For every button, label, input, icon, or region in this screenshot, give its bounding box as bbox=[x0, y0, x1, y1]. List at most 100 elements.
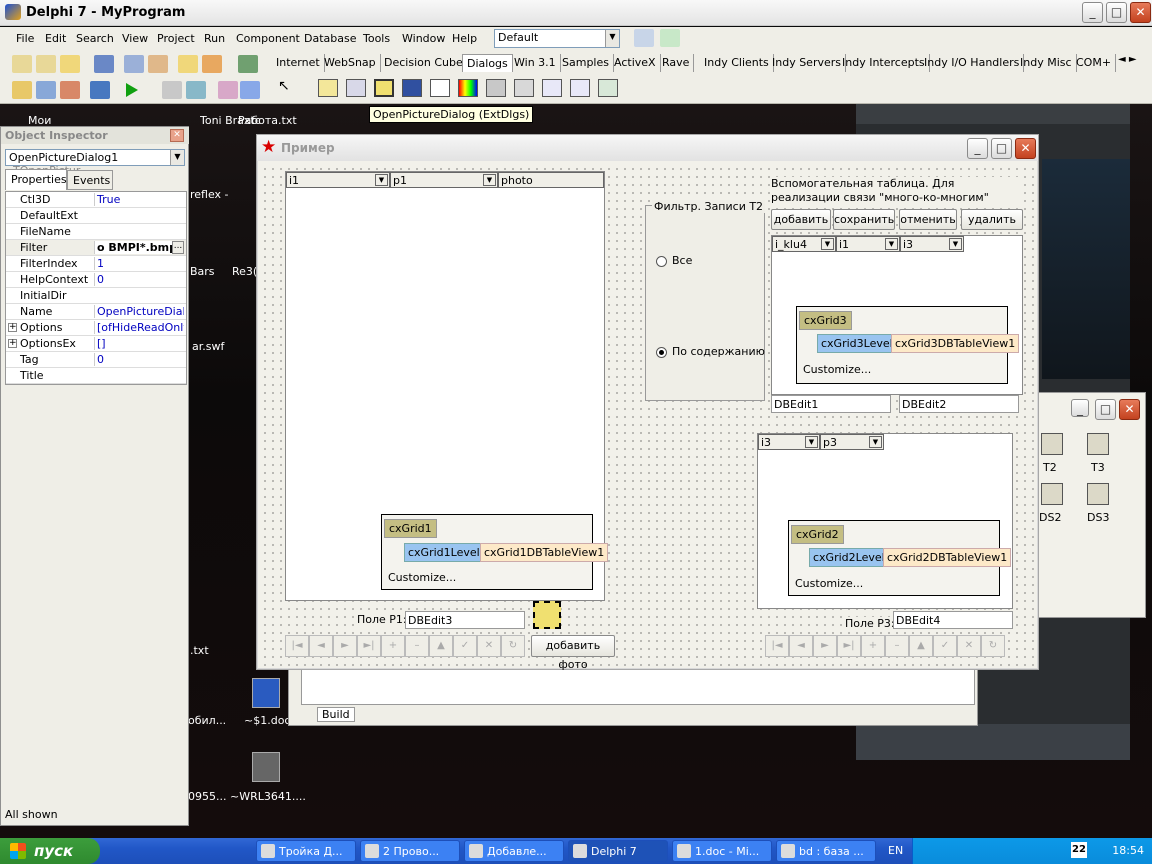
menu-window[interactable]: Window bbox=[402, 32, 445, 45]
tab-indy-intercepts[interactable]: Indy Intercepts bbox=[838, 54, 930, 72]
nav-edit-button[interactable]: ▲ bbox=[429, 635, 453, 657]
close-icon[interactable]: ✕ bbox=[170, 129, 184, 142]
dbedit3[interactable]: DBEdit3 bbox=[405, 611, 525, 629]
expand-icon[interactable]: + bbox=[8, 323, 17, 332]
save-button[interactable]: сохранить bbox=[833, 209, 895, 230]
cancel-button[interactable]: отменить bbox=[899, 209, 957, 230]
task-word[interactable]: 1.doc - Mi... bbox=[672, 840, 772, 862]
column-header-i3[interactable]: i3 ▼ bbox=[758, 434, 820, 450]
desktop-icon-label[interactable]: .txt bbox=[190, 644, 209, 657]
desktop-icon-label[interactable]: reflex - bbox=[190, 188, 229, 201]
property-row-name[interactable]: Name OpenPictureDialog bbox=[6, 304, 186, 320]
tab-properties[interactable]: Properties bbox=[5, 169, 67, 190]
printer-setup-dialog-icon[interactable] bbox=[514, 79, 534, 97]
cxgrid-customize[interactable]: Customize... bbox=[803, 363, 871, 376]
nav-edit-button[interactable]: ▲ bbox=[909, 635, 933, 657]
cxgrid2-designer[interactable]: cxGrid2 cxGrid2Level1 cxGrid2DBTableView… bbox=[788, 520, 1012, 596]
print-dialog-icon[interactable] bbox=[486, 79, 506, 97]
dbedit2[interactable]: DBEdit2 bbox=[899, 395, 1019, 413]
tab-win31[interactable]: Win 3.1 bbox=[510, 54, 561, 72]
close-button[interactable]: ✕ bbox=[1130, 2, 1151, 23]
property-row-options[interactable]: +Options [ofHideReadOnly,ol bbox=[6, 320, 186, 336]
start-button[interactable]: пуск bbox=[0, 838, 100, 864]
maximize-button[interactable]: □ bbox=[1095, 399, 1116, 420]
datasource-icon[interactable] bbox=[1087, 483, 1109, 505]
tab-scroll-arrows[interactable]: ◄ ► bbox=[1118, 54, 1137, 65]
column-header-p1[interactable]: p1 ▼ bbox=[390, 172, 498, 188]
open-dialog-icon[interactable] bbox=[318, 79, 338, 97]
expand-icon[interactable]: + bbox=[8, 339, 17, 348]
property-row-ctl3d[interactable]: Ctl3D True bbox=[6, 192, 186, 208]
property-value[interactable]: [] bbox=[94, 337, 184, 350]
nav-delete-button[interactable]: – bbox=[885, 635, 909, 657]
trace-to-icon[interactable] bbox=[240, 81, 260, 99]
nav-insert-button[interactable]: + bbox=[861, 635, 885, 657]
property-row-optionsex[interactable]: + OptionsEx [] bbox=[6, 336, 186, 352]
desktop-icon-label[interactable]: Bars bbox=[190, 265, 215, 278]
column-header-p3[interactable]: p3 ▼ bbox=[820, 434, 884, 450]
save-dialog-icon[interactable] bbox=[346, 79, 366, 97]
cxgrid-view[interactable]: cxGrid3DBTableView1 bbox=[891, 334, 1020, 353]
font-dialog-icon[interactable] bbox=[430, 79, 450, 97]
close-button[interactable]: ✕ bbox=[1119, 399, 1140, 420]
property-value[interactable]: [ofHideReadOnly,ol bbox=[94, 321, 184, 334]
property-row-title[interactable]: Title bbox=[6, 368, 186, 384]
maximize-button[interactable]: □ bbox=[991, 138, 1012, 159]
nav-post-button[interactable]: ✓ bbox=[933, 635, 957, 657]
tab-indy-servers[interactable]: Indy Servers bbox=[768, 54, 847, 72]
column-header-photo[interactable]: photo bbox=[498, 172, 604, 188]
property-row-tag[interactable]: Tag 0 bbox=[6, 352, 186, 368]
cxgrid-customize[interactable]: Customize... bbox=[388, 571, 456, 584]
menu-run[interactable]: Run bbox=[204, 32, 225, 45]
cxgrid-view[interactable]: cxGrid1DBTableView1 bbox=[480, 543, 609, 562]
datasource-icon[interactable] bbox=[1041, 483, 1063, 505]
tab-samples[interactable]: Samples bbox=[558, 54, 614, 72]
tab-indy-misc[interactable]: Indy Misc bbox=[1016, 54, 1077, 72]
nav-insert-button[interactable]: + bbox=[381, 635, 405, 657]
cxgrid-customize[interactable]: Customize... bbox=[795, 577, 863, 590]
save-icon[interactable] bbox=[94, 55, 114, 73]
calendar-day[interactable]: 22 bbox=[1071, 842, 1087, 858]
tab-decision-cube[interactable]: Decision Cube bbox=[380, 54, 468, 72]
property-row-helpcontext[interactable]: HelpContext 0 bbox=[6, 272, 186, 288]
property-row-defaultext[interactable]: DefaultExt bbox=[6, 208, 186, 224]
tab-events[interactable]: Events bbox=[67, 170, 113, 190]
find-dialog-icon[interactable] bbox=[542, 79, 562, 97]
toggle-form-unit-icon[interactable] bbox=[60, 81, 80, 99]
nav-last-button[interactable]: ►| bbox=[357, 635, 381, 657]
minimize-button[interactable]: _ bbox=[1082, 2, 1103, 23]
tab-websnap[interactable]: WebSnap bbox=[320, 54, 381, 72]
tab-build[interactable]: Build bbox=[317, 707, 355, 722]
task-add[interactable]: Добавле... bbox=[464, 840, 564, 862]
add-button[interactable]: добавить bbox=[771, 209, 831, 230]
radio-by-content[interactable] bbox=[656, 347, 667, 358]
menu-edit[interactable]: Edit bbox=[45, 32, 66, 45]
desktop-icon-label[interactable]: Работа.txt bbox=[238, 114, 297, 127]
run-icon[interactable] bbox=[126, 83, 138, 97]
open-icon[interactable] bbox=[60, 55, 80, 73]
language-indicator[interactable]: EN bbox=[888, 844, 903, 857]
property-row-filterindex[interactable]: FilterIndex 1 bbox=[6, 256, 186, 272]
set-debug-desktop-icon[interactable] bbox=[660, 29, 680, 47]
desktop-icon-label[interactable]: 0955... bbox=[188, 790, 226, 803]
menu-file[interactable]: File bbox=[16, 32, 34, 45]
chevron-down-icon[interactable]: ▼ bbox=[821, 238, 834, 250]
cxgrid1-designer[interactable]: cxGrid1 cxGrid1Level1 cxGrid1DBTableView… bbox=[381, 514, 609, 590]
menu-database[interactable]: Database bbox=[304, 32, 357, 45]
nav-post-button[interactable]: ✓ bbox=[453, 635, 477, 657]
nav-next-button[interactable]: ► bbox=[333, 635, 357, 657]
cxgrid-level[interactable]: cxGrid1Level1 bbox=[404, 543, 491, 562]
task-database[interactable]: bd : база ... bbox=[776, 840, 876, 862]
minimize-button[interactable]: _ bbox=[967, 138, 988, 159]
task-delphi[interactable]: Delphi 7 bbox=[568, 840, 668, 862]
nav-refresh-button[interactable]: ↻ bbox=[981, 635, 1005, 657]
tab-dialogs[interactable]: Dialogs bbox=[462, 54, 513, 72]
nav-delete-button[interactable]: – bbox=[405, 635, 429, 657]
tab-indy-clients[interactable]: Indy Clients bbox=[700, 54, 774, 72]
property-value[interactable]: True bbox=[94, 193, 184, 206]
nav-prior-button[interactable]: ◄ bbox=[789, 635, 813, 657]
nav-last-button[interactable]: ►| bbox=[837, 635, 861, 657]
column-header-i1[interactable]: i1 ▼ bbox=[836, 236, 900, 252]
open-picture-dialog-icon[interactable] bbox=[374, 79, 394, 97]
menu-view[interactable]: View bbox=[122, 32, 148, 45]
